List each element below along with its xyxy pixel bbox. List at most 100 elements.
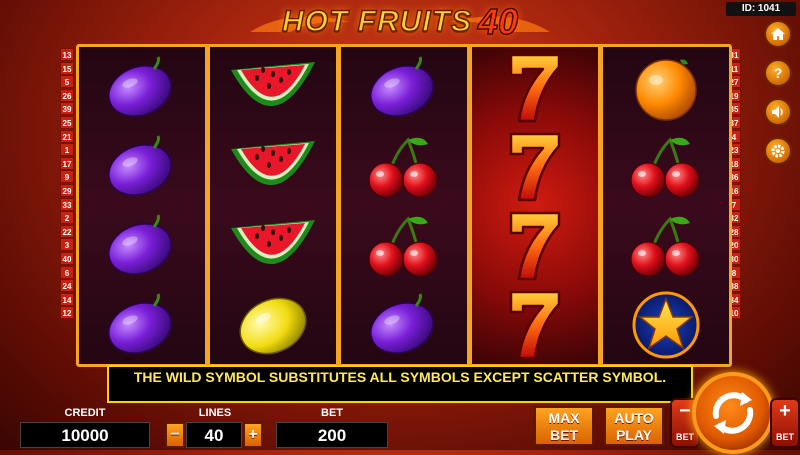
home-icon [771, 28, 785, 40]
max-bet-button[interactable]: MAX BET [534, 406, 594, 446]
settings-button[interactable] [764, 137, 792, 165]
plum-icon [370, 292, 434, 354]
game-title: HOT FRUITS [281, 4, 472, 39]
payline-number-left: 1 [60, 143, 74, 157]
max-bet-label-top: MAX [548, 410, 580, 426]
plum-icon [108, 55, 172, 117]
game-logo: HOT FRUITS 40 [230, 0, 570, 43]
payline-number-left: 3 [60, 238, 74, 252]
cherry-symbol [341, 127, 467, 206]
payline-number-left: 22 [60, 224, 74, 238]
bet-plus-button[interactable]: + BET [770, 398, 800, 448]
orange-symbol [603, 48, 729, 127]
seven-symbol [472, 127, 598, 206]
lines-value: 40 [186, 422, 242, 448]
watermelon-symbol [210, 127, 336, 206]
cherry-symbol [603, 206, 729, 285]
sound-icon [772, 106, 783, 118]
help-button[interactable]: ? [764, 59, 792, 87]
cherry-icon [630, 136, 700, 198]
payline-number-left: 39 [60, 102, 74, 116]
plum-symbol [79, 206, 205, 285]
payline-number-left: 12 [60, 306, 74, 320]
game-id-label: ID: 1041 [726, 2, 796, 16]
seven-icon [509, 211, 561, 280]
payline-number-left: 9 [60, 170, 74, 184]
payline-number-left: 33 [60, 197, 74, 211]
lemon-icon [239, 297, 307, 354]
plum-symbol [79, 127, 205, 206]
seven-symbol [472, 285, 598, 364]
payline-number-left: 21 [60, 129, 74, 143]
star-symbol [603, 285, 729, 364]
cherry-icon [630, 215, 700, 277]
info-message: THE WILD SYMBOL SUBSTITUTES ALL SYMBOLS … [107, 365, 693, 403]
payline-number-left: 17 [60, 156, 74, 170]
watermelon-symbol [210, 206, 336, 285]
seven-icon [509, 53, 561, 122]
payline-number-left: 29 [60, 183, 74, 198]
reel-1 [79, 47, 205, 364]
seven-symbol [472, 206, 598, 285]
plum-symbol [341, 285, 467, 364]
paylines-left: 13 15 5 26 39 25 21 1 17 9 29 33 2 22 3 40 6 24 14 12 [60, 48, 74, 320]
bet-value: 200 [276, 422, 388, 448]
payline-number-left: 26 [60, 88, 74, 102]
cherry-icon [368, 215, 438, 277]
plum-icon [108, 292, 172, 354]
plum-icon [108, 213, 172, 275]
cherry-symbol [603, 127, 729, 206]
payline-number-left: 5 [60, 75, 74, 89]
bet-plus-label: BET [776, 432, 794, 442]
svg-text:?: ? [774, 65, 783, 81]
plum-icon [108, 134, 172, 196]
payline-number-left: 24 [60, 279, 74, 293]
watermelon-symbol [210, 48, 336, 127]
reel-4 [472, 47, 598, 364]
reel-5 [603, 47, 729, 364]
reel-area [76, 44, 732, 367]
spin-arrows-icon [712, 392, 754, 434]
auto-play-label-bottom: PLAY [615, 427, 653, 443]
lemon-symbol [210, 285, 336, 364]
payline-number-left: 40 [60, 251, 74, 265]
game-title-number: 40 [477, 0, 519, 43]
spin-button[interactable] [692, 372, 774, 454]
payline-number-left: 15 [60, 61, 74, 75]
credit-value: 10000 [20, 422, 150, 448]
cherry-symbol [341, 206, 467, 285]
watermelon-icon [231, 61, 315, 106]
payline-number-left: 2 [60, 211, 74, 225]
bet-minus-label: BET [676, 432, 694, 442]
reel-3 [341, 47, 467, 364]
plum-symbol [79, 285, 205, 364]
reel-2 [210, 47, 336, 364]
home-button[interactable] [764, 20, 792, 48]
plum-icon [370, 55, 434, 117]
auto-play-button[interactable]: AUTO PLAY [604, 406, 664, 446]
payline-number-left: 13 [60, 48, 74, 62]
sound-button[interactable] [764, 98, 792, 126]
seven-icon [509, 290, 561, 359]
plum-symbol [79, 48, 205, 127]
cherry-icon [368, 136, 438, 198]
bet-plus-sign: + [779, 400, 791, 422]
bet-label: BET [321, 407, 343, 419]
help-icon: ? [774, 65, 783, 81]
max-bet-label-bottom: BET [550, 427, 578, 443]
lines-plus-button[interactable]: + [243, 422, 263, 448]
payline-number-left: 14 [60, 292, 74, 306]
watermelon-icon [231, 219, 315, 264]
payline-number-left: 25 [60, 115, 74, 130]
settings-icon [771, 144, 785, 158]
lines-minus-button[interactable]: − [165, 422, 185, 448]
plum-symbol [341, 48, 467, 127]
auto-play-label-top: AUTO [614, 410, 654, 426]
orange-icon [635, 58, 697, 121]
seven-icon [509, 132, 561, 201]
credit-label: CREDIT [64, 407, 106, 419]
seven-symbol [472, 48, 598, 127]
payline-number-left: 6 [60, 265, 74, 279]
watermelon-icon [231, 140, 315, 185]
lines-label: LINES [198, 407, 232, 419]
